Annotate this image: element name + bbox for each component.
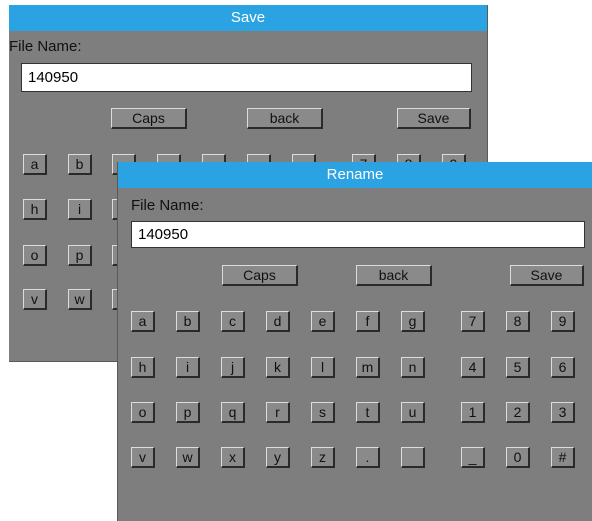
rename-dialog-title: Rename: [118, 162, 592, 188]
key-8[interactable]: 8: [506, 311, 530, 332]
key-a[interactable]: a: [131, 311, 155, 332]
key-m[interactable]: m: [356, 357, 380, 378]
key-1[interactable]: 1: [461, 402, 485, 423]
key-b[interactable]: b: [176, 311, 200, 332]
key[interactable]: a: [23, 154, 47, 175]
key-6[interactable]: 6: [551, 357, 575, 378]
key[interactable]: b: [68, 154, 92, 175]
key-f[interactable]: f: [356, 311, 380, 332]
key-j[interactable]: j: [221, 357, 245, 378]
key-2[interactable]: 2: [506, 402, 530, 423]
key-3[interactable]: 3: [551, 402, 575, 423]
key[interactable]: w: [68, 289, 92, 310]
file-name-label: File Name:: [131, 197, 204, 214]
key-7[interactable]: 7: [461, 311, 485, 332]
key-c[interactable]: c: [221, 311, 245, 332]
key-w[interactable]: w: [176, 447, 200, 468]
file-name-label: File Name:: [9, 38, 82, 55]
key[interactable]: o: [23, 245, 47, 266]
file-name-field[interactable]: 140950: [131, 221, 585, 248]
key-.[interactable]: .: [356, 447, 380, 468]
key-l[interactable]: l: [311, 357, 335, 378]
save-button[interactable]: Save: [510, 265, 584, 286]
key-#[interactable]: #: [551, 447, 575, 468]
key-h[interactable]: h: [131, 357, 155, 378]
key-r[interactable]: r: [266, 402, 290, 423]
key[interactable]: i: [68, 199, 92, 220]
key-blank[interactable]: [401, 447, 425, 468]
save-dialog-title: Save: [9, 5, 487, 31]
key-q[interactable]: q: [221, 402, 245, 423]
key-g[interactable]: g: [401, 311, 425, 332]
back-button[interactable]: back: [356, 265, 432, 286]
key-y[interactable]: y: [266, 447, 290, 468]
key-k[interactable]: k: [266, 357, 290, 378]
key[interactable]: v: [23, 289, 47, 310]
rename-dialog: Rename File Name: 140950 Caps back Save …: [117, 162, 592, 521]
key-9[interactable]: 9: [551, 311, 575, 332]
key-v[interactable]: v: [131, 447, 155, 468]
key-p[interactable]: p: [176, 402, 200, 423]
key-i[interactable]: i: [176, 357, 200, 378]
key[interactable]: p: [68, 245, 92, 266]
key-u[interactable]: u: [401, 402, 425, 423]
key-4[interactable]: 4: [461, 357, 485, 378]
key-o[interactable]: o: [131, 402, 155, 423]
key-t[interactable]: t: [356, 402, 380, 423]
key[interactable]: h: [23, 199, 47, 220]
key-e[interactable]: e: [311, 311, 335, 332]
key-d[interactable]: d: [266, 311, 290, 332]
file-name-field[interactable]: 140950: [21, 63, 472, 92]
key-5[interactable]: 5: [506, 357, 530, 378]
back-button[interactable]: back: [247, 108, 323, 129]
save-button[interactable]: Save: [397, 108, 471, 129]
key-z[interactable]: z: [311, 447, 335, 468]
caps-button[interactable]: Caps: [111, 108, 187, 129]
caps-button[interactable]: Caps: [222, 265, 298, 286]
key-0[interactable]: 0: [506, 447, 530, 468]
key-_[interactable]: _: [461, 447, 485, 468]
key-s[interactable]: s: [311, 402, 335, 423]
key-x[interactable]: x: [221, 447, 245, 468]
key-n[interactable]: n: [401, 357, 425, 378]
